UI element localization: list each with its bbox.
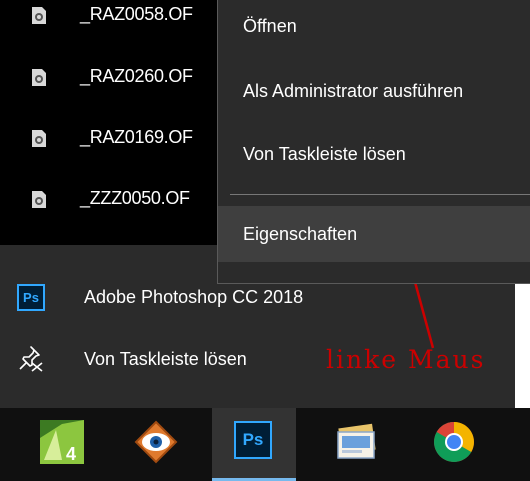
eye-app-icon[interactable] (134, 420, 178, 464)
app-name-label: Adobe Photoshop CC 2018 (84, 287, 304, 307)
raw-file-icon (32, 7, 46, 24)
photoshop-icon: Ps (17, 284, 45, 311)
menu-item-open[interactable]: Öffnen (218, 2, 530, 52)
context-menu: Öffnen Als Administrator ausführen Von T… (217, 0, 530, 284)
raw-file-icon (32, 130, 46, 147)
raw-file-icon (32, 191, 46, 208)
mail-icon[interactable] (334, 420, 378, 464)
recent-file-label: _ZZZ0050.OF (80, 188, 190, 208)
svg-text:4: 4 (66, 444, 76, 464)
menu-item-run-as-admin[interactable]: Als Administrator ausführen (218, 67, 530, 117)
menu-item-unpin[interactable]: Von Taskleiste lösen (218, 130, 530, 180)
unpin-icon (19, 346, 43, 372)
taskbar-item-photoshop[interactable]: Ps (212, 408, 296, 481)
menu-item-label: Als Administrator ausführen (243, 81, 464, 101)
menu-item-properties[interactable]: Eigenschaften (218, 206, 530, 262)
menu-item-label: Eigenschaften (243, 224, 358, 244)
recent-file-label: _RAZ0169.OF (80, 127, 193, 147)
faststone-icon[interactable]: 4 (40, 420, 84, 464)
recent-file-label: _RAZ0058.OF (80, 4, 193, 24)
menu-item-label: Öffnen (243, 16, 297, 36)
photoshop-icon: Ps (234, 421, 272, 459)
recent-file-label: _RAZ0260.OF (80, 66, 193, 86)
chrome-icon[interactable] (432, 420, 476, 464)
menu-separator (230, 194, 530, 195)
taskbar: 4 Ps (0, 408, 530, 481)
menu-item-label: Von Taskleiste lösen (243, 144, 406, 164)
raw-file-icon (32, 69, 46, 86)
unpin-label: Von Taskleiste lösen (84, 349, 247, 369)
